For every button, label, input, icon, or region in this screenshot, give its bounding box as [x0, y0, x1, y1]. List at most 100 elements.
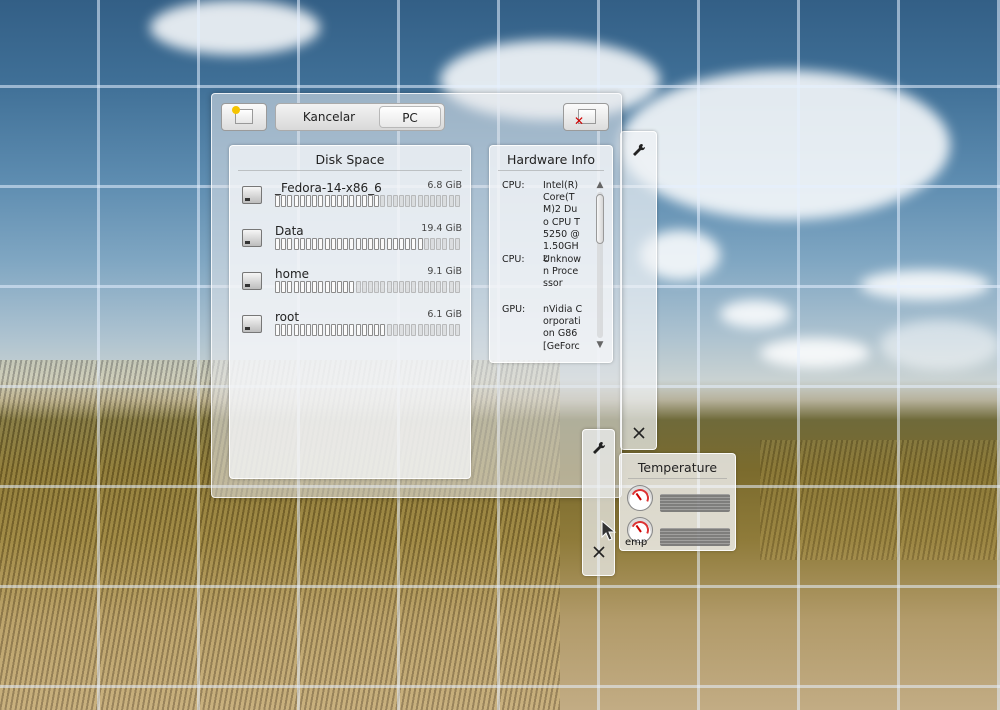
usage-segment [442, 281, 448, 293]
tab-pc[interactable]: PC [379, 106, 441, 128]
scroll-up-icon[interactable]: ▲ [594, 180, 606, 190]
usage-segment [411, 324, 417, 336]
usage-segment [442, 238, 448, 250]
usage-segment [355, 238, 361, 250]
usage-segment [312, 324, 318, 336]
thermometer-gauge-icon [627, 485, 653, 511]
usage-segment [293, 238, 299, 250]
hardware-info-widget[interactable]: Hardware Info CPU: Intel(R) Core(TM)2 Du… [489, 145, 613, 363]
usage-segment [343, 195, 349, 207]
usage-segment [454, 281, 460, 293]
close-icon[interactable] [621, 425, 656, 444]
hardware-info-list[interactable]: CPU: Intel(R) Core(TM)2 Duo CPU T5250 @ … [490, 180, 594, 354]
usage-segment [436, 324, 442, 336]
usage-segment [312, 281, 318, 293]
disk-row[interactable]: _Fedora-14-x86_6 6.8 GiB [242, 180, 464, 216]
title-divider [498, 170, 604, 171]
usage-segment [423, 238, 429, 250]
wallpaper-cloud [150, 0, 320, 55]
usage-segment [293, 195, 299, 207]
usage-segment [423, 281, 429, 293]
usage-segment [448, 195, 454, 207]
usage-segment [448, 281, 454, 293]
usage-segment [405, 281, 411, 293]
temperature-applet-handle[interactable] [582, 429, 615, 576]
usage-segment [337, 238, 342, 250]
hardware-scrollbar[interactable]: ▲ ▼ [594, 180, 606, 350]
hardware-row: GPU: nVidia Corporation G86 [GeForc [502, 304, 592, 354]
usage-segment [349, 281, 355, 293]
usage-segment [392, 281, 398, 293]
disk-name: Data [275, 224, 304, 238]
usage-segment [386, 324, 392, 336]
wrench-icon[interactable] [621, 142, 656, 162]
usage-segment [318, 195, 324, 207]
usage-segment [374, 281, 380, 293]
hardware-value: nVidia Corporation G86 [GeForc [543, 304, 583, 352]
widget-title: Temperature [637, 460, 718, 475]
usage-segment [306, 281, 311, 293]
usage-segment [318, 281, 324, 293]
temperature-value-bar [660, 494, 730, 512]
sensor-label: emp [625, 537, 648, 548]
usage-segment [417, 195, 423, 207]
usage-segment [287, 195, 293, 207]
usage-segment [436, 281, 442, 293]
usage-segment [386, 195, 392, 207]
disk-row[interactable]: root 6.1 GiB [242, 309, 464, 345]
temperature-widget[interactable]: Temperature emp [619, 453, 736, 551]
usage-segment [423, 324, 429, 336]
usage-segment [337, 195, 342, 207]
usage-segment [374, 324, 380, 336]
mouse-cursor-icon [601, 520, 617, 541]
usage-segment [299, 238, 305, 250]
usage-segment [386, 238, 392, 250]
usage-segment [281, 195, 287, 207]
disk-row[interactable]: Data 19.4 GiB [242, 223, 464, 259]
usage-segment [368, 195, 373, 207]
usage-segment [368, 281, 373, 293]
disk-row[interactable]: home 9.1 GiB [242, 266, 464, 302]
usage-segment [324, 238, 330, 250]
usage-segment [448, 324, 454, 336]
usage-segment [411, 195, 417, 207]
scroll-down-icon[interactable]: ▼ [594, 340, 606, 350]
usage-segment [368, 238, 373, 250]
usage-segment [380, 324, 386, 336]
usage-segment [442, 195, 448, 207]
usage-segment [399, 195, 404, 207]
usage-segment [374, 238, 380, 250]
usage-segment [337, 324, 342, 336]
usage-segment [299, 195, 305, 207]
close-icon[interactable] [583, 544, 614, 563]
usage-segment [299, 281, 305, 293]
usage-segment [324, 281, 330, 293]
disk-size: 9.1 GiB [427, 266, 462, 277]
usage-segment [361, 281, 367, 293]
usage-segment [361, 238, 367, 250]
usage-segment [337, 281, 342, 293]
remove-activity-button[interactable]: ✕ [563, 103, 609, 131]
usage-segment [306, 195, 311, 207]
usage-segment [318, 324, 324, 336]
usage-segment [324, 324, 330, 336]
tab-kancelar[interactable]: Kancelar [282, 106, 376, 128]
disk-usage-bar [275, 238, 461, 250]
add-activity-button[interactable] [221, 103, 267, 131]
container-applet-handle[interactable] [620, 131, 657, 450]
wallpaper-cloud [620, 70, 950, 220]
usage-segment [399, 281, 404, 293]
usage-segment [349, 324, 355, 336]
hardware-key: CPU: [502, 180, 525, 191]
wrench-icon[interactable] [583, 440, 614, 460]
usage-segment [392, 324, 398, 336]
disk-usage-bar [275, 324, 461, 336]
usage-segment [399, 324, 404, 336]
usage-segment [405, 324, 411, 336]
usage-segment [417, 238, 423, 250]
usage-segment [430, 324, 435, 336]
scrollbar-thumb[interactable] [596, 194, 604, 244]
disk-space-widget[interactable]: Disk Space _Fedora-14-x86_6 6.8 GiB Data… [229, 145, 471, 479]
usage-segment [275, 324, 280, 336]
usage-segment [448, 238, 454, 250]
